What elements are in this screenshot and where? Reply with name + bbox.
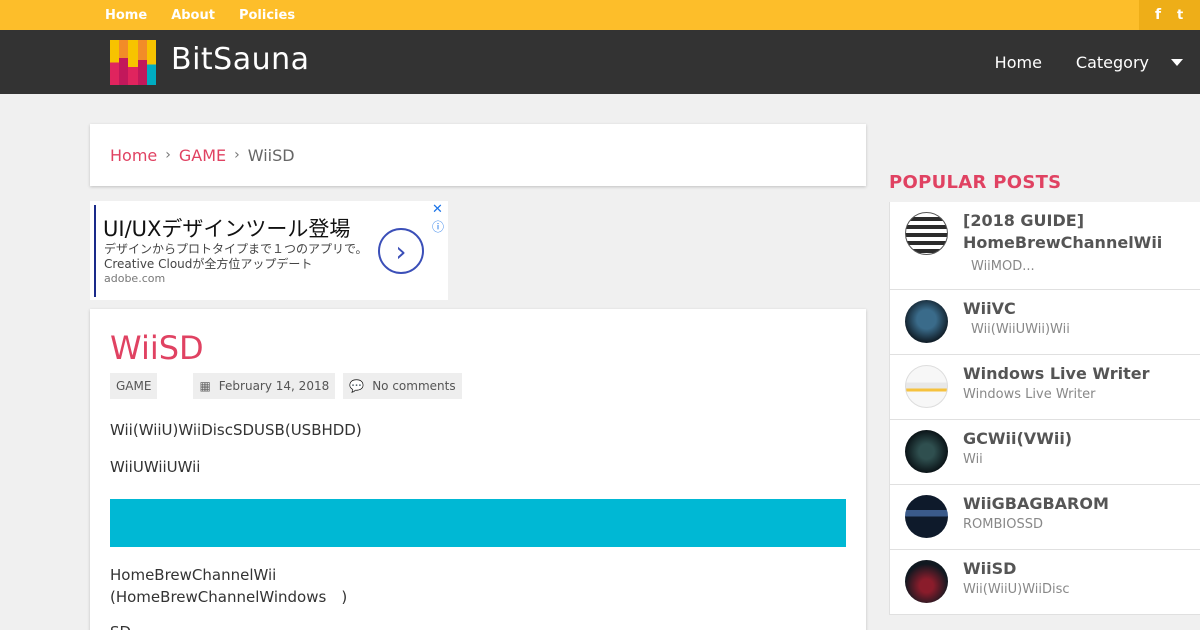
main-nav-category[interactable]: Category: [1076, 53, 1183, 72]
popular-post-title[interactable]: [2018 GUIDE] HomeBrewChannelWii: [963, 210, 1195, 254]
post-date-text: February 14, 2018: [218, 379, 330, 393]
ad-url[interactable]: adobe.com: [104, 272, 165, 285]
popular-post-title[interactable]: WiiVC: [963, 298, 1195, 320]
popular-post-excerpt: Windows Live Writer: [963, 387, 1096, 402]
logo-stripe: [137, 40, 147, 85]
ad-accent-line: [94, 205, 96, 297]
top-nav-home[interactable]: Home: [105, 8, 147, 23]
popular-post-title[interactable]: GCWii(VWii): [963, 428, 1195, 450]
popular-posts-heading: POPULAR POSTS: [889, 172, 1062, 193]
top-bar: Home About Policies f t: [0, 0, 1200, 30]
ad-title[interactable]: UI/UXデザインツール登場: [103, 213, 350, 243]
twitter-icon[interactable]: t: [1177, 8, 1183, 23]
post-thumbnail[interactable]: [905, 300, 948, 343]
breadcrumb: Home › GAME › WiiSD: [90, 124, 866, 186]
social-links: f t: [1139, 0, 1200, 30]
chevron-right-icon[interactable]: ›: [378, 228, 424, 274]
post-meta: GAME ▦ February 14, 2018 💬 No comments: [110, 373, 462, 399]
site-logo-icon[interactable]: [110, 40, 157, 85]
ad-desc-line2: Creative Cloudが全方位アップデート: [104, 257, 313, 271]
post-thumbnail[interactable]: [905, 430, 948, 473]
post-banner: [110, 499, 846, 547]
top-nav: Home About Policies: [105, 0, 295, 30]
post-title: WiiSD: [110, 329, 204, 367]
popular-post-title[interactable]: WiiSD: [963, 558, 1195, 580]
chevron-right-icon: ›: [234, 147, 240, 163]
calendar-icon: ▦: [199, 379, 211, 393]
post-thumbnail[interactable]: [905, 212, 948, 255]
popular-post-title[interactable]: Windows Live Writer: [963, 363, 1195, 385]
post-paragraph-3: HomeBrewChannelWii (HomeBrewChannelWindo…: [110, 564, 347, 608]
main-nav-category-label: Category: [1075, 52, 1149, 72]
popular-post-excerpt: ROMBIOSSD: [963, 517, 1043, 532]
comments-icon: 💬: [349, 379, 365, 393]
post-paragraph-4: SD: [110, 621, 131, 630]
chevron-down-icon: [1171, 58, 1183, 66]
top-nav-about[interactable]: About: [171, 8, 215, 23]
article-card: WiiSD GAME ▦ February 14, 2018 💬 No commen…: [90, 309, 866, 630]
site-header: BitSauna Home Category: [0, 30, 1200, 94]
popular-post-item[interactable]: GCWii(VWii) Wii: [890, 420, 1200, 485]
main-nav-home[interactable]: Home: [995, 53, 1042, 72]
popular-post-item[interactable]: [2018 GUIDE] HomeBrewChannelWii WiiMOD..…: [890, 202, 1200, 290]
post-category-badge[interactable]: GAME: [110, 373, 158, 399]
popular-post-item[interactable]: WiiGBAGBAROM ROMBIOSSD: [890, 485, 1200, 550]
site-title[interactable]: BitSauna: [171, 42, 310, 77]
popular-post-excerpt: Wii(WiiUWii)Wii: [971, 322, 1070, 337]
breadcrumb-category[interactable]: GAME: [179, 146, 226, 165]
main-nav: Home Category: [995, 30, 1183, 94]
logo-stripe: [128, 40, 138, 85]
info-icon[interactable]: ⓘ: [432, 218, 444, 235]
post-thumbnail[interactable]: [905, 560, 948, 603]
facebook-icon[interactable]: f: [1139, 7, 1177, 23]
logo-stripe: [119, 40, 129, 85]
logo-stripe: [146, 40, 157, 85]
close-icon[interactable]: ✕: [432, 202, 443, 217]
popular-post-excerpt: Wii: [963, 452, 983, 467]
top-nav-policies[interactable]: Policies: [239, 8, 295, 23]
post-comments[interactable]: 💬 No comments: [343, 373, 462, 399]
popular-posts-list: [2018 GUIDE] HomeBrewChannelWii WiiMOD..…: [889, 202, 1200, 615]
ad-desc-line1: デザインからプロトタイプまで１つのアプリで。: [104, 242, 368, 256]
logo-stripe: [110, 40, 120, 85]
popular-post-item[interactable]: WiiVC Wii(WiiUWii)Wii: [890, 290, 1200, 355]
ad-description: デザインからプロトタイプまで１つのアプリで。 Creative Cloudが全方…: [104, 242, 374, 272]
post-paragraph-2: WiiUWiiUWii: [110, 458, 201, 476]
post-paragraph-1: Wii(WiiU)WiiDiscSDUSB(USBHDD): [110, 421, 362, 439]
chevron-right-icon: ›: [165, 147, 171, 163]
breadcrumb-current: WiiSD: [247, 145, 295, 165]
post-thumbnail[interactable]: [905, 365, 948, 408]
popular-post-excerpt: WiiMOD...: [971, 259, 1035, 274]
meta-spacer: [165, 373, 185, 399]
popular-post-title[interactable]: WiiGBAGBAROM: [963, 493, 1195, 515]
post-paragraph-3-line1: HomeBrewChannelWii: [110, 566, 277, 584]
post-date: ▦ February 14, 2018: [193, 373, 336, 399]
post-paragraph-3-line2: (HomeBrewChannelWindows ): [110, 588, 348, 606]
post-comments-text: No comments: [372, 379, 456, 393]
popular-post-excerpt: Wii(WiiU)WiiDisc: [963, 582, 1070, 597]
breadcrumb-home[interactable]: Home: [110, 146, 157, 165]
post-thumbnail[interactable]: [905, 495, 948, 538]
popular-post-item[interactable]: WiiSD Wii(WiiU)WiiDisc: [890, 550, 1200, 615]
ad-banner[interactable]: UI/UXデザインツール登場 デザインからプロトタイプまで１つのアプリで。 Cr…: [90, 201, 448, 300]
popular-post-item[interactable]: Windows Live Writer Windows Live Writer: [890, 355, 1200, 420]
